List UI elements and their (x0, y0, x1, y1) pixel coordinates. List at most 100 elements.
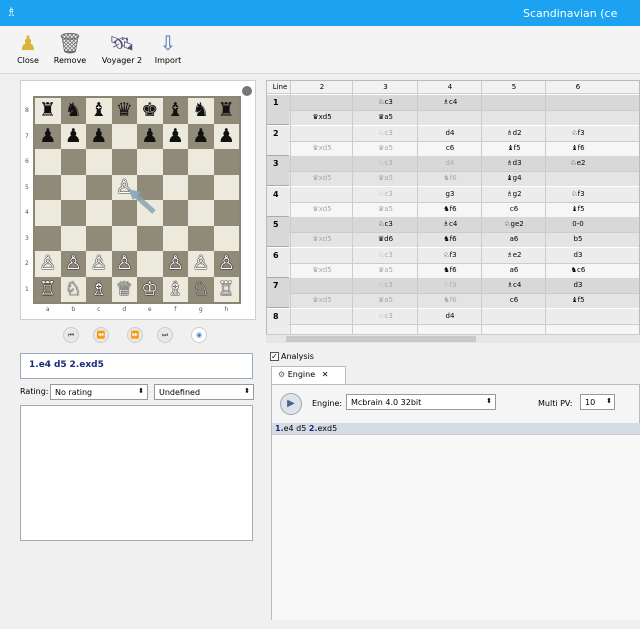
square-c3[interactable] (86, 225, 112, 251)
move-cell[interactable]: ♛a5 (353, 174, 418, 182)
square-d7[interactable] (111, 123, 137, 149)
move-cell[interactable]: ♘f3 (546, 129, 610, 137)
move-cell[interactable]: ♛xd5 (291, 235, 353, 243)
white-pawn-icon[interactable]: ♙ (90, 254, 107, 273)
black-rook-icon[interactable]: ♜ (39, 101, 56, 120)
move-exd5[interactable]: exd5 (79, 360, 104, 370)
square-f3[interactable] (162, 225, 188, 251)
white-queen-icon[interactable]: ♕ (116, 279, 133, 299)
tree-row[interactable]: 4 ♛xd5 ♘c3 ♛a5 g3 ♞f6 ♗g2 c6 ♘f3 ♝f5 (267, 186, 639, 217)
move-cell[interactable]: ♝g4 (482, 174, 546, 182)
chess-app-icon[interactable]: ♗ (6, 5, 17, 19)
square-b8[interactable]: ♞ (60, 98, 86, 124)
square-e6[interactable] (137, 149, 163, 175)
white-bishop-icon[interactable]: ♗ (167, 279, 184, 299)
move-cell[interactable]: ♛xd5 (291, 113, 353, 121)
square-e4[interactable] (137, 200, 163, 226)
square-a7[interactable]: ♟ (35, 123, 61, 149)
move-cell[interactable]: ♘f3 (418, 251, 482, 259)
move-cell[interactable]: ♘c3 (353, 312, 418, 320)
square-a2[interactable]: ♙ (35, 251, 61, 277)
black-queen-icon[interactable]: ♛ (116, 101, 133, 120)
import-button[interactable]: ⇩ Import (146, 30, 190, 72)
move-cell[interactable]: c6 (482, 205, 546, 213)
square-h1[interactable]: ♖ (213, 276, 239, 302)
square-f8[interactable]: ♝ (162, 98, 188, 124)
square-a5[interactable] (35, 174, 61, 200)
square-b4[interactable] (60, 200, 86, 226)
white-knight-icon[interactable]: ♘ (192, 279, 209, 299)
engine-select[interactable]: Mcbrain 4.0 32bit ⬍ (346, 394, 496, 410)
annotation-area[interactable] (20, 405, 253, 541)
black-bishop-icon[interactable]: ♝ (167, 101, 184, 120)
white-bishop-icon[interactable]: ♗ (90, 279, 107, 299)
square-h7[interactable]: ♟ (213, 123, 239, 149)
move-cell[interactable]: ♗c4 (418, 98, 482, 106)
square-a6[interactable] (35, 149, 61, 175)
square-d3[interactable] (111, 225, 137, 251)
rating-type-select[interactable]: Undefined ⬍ (154, 384, 254, 400)
move-cell[interactable]: ♞f6 (418, 174, 482, 182)
last-move-button[interactable]: ⏭ (157, 327, 173, 343)
square-a8[interactable]: ♜ (35, 98, 61, 124)
square-g6[interactable] (188, 149, 214, 175)
move-cell[interactable]: ♘c3 (353, 190, 418, 198)
square-h2[interactable]: ♙ (213, 251, 239, 277)
square-g3[interactable] (188, 225, 214, 251)
move-cell[interactable]: d3 (546, 251, 610, 259)
move-cell[interactable]: ♘c3 (353, 129, 418, 137)
black-rook-icon[interactable]: ♜ (218, 101, 235, 120)
move-cell[interactable]: ♛d6 (353, 235, 418, 243)
black-pawn-icon[interactable]: ♟ (192, 126, 209, 146)
move-cell[interactable]: a6 (482, 235, 546, 243)
square-c6[interactable] (86, 149, 112, 175)
engine-toggle-icon[interactable]: ◉ (191, 327, 207, 343)
black-pawn-icon[interactable]: ♟ (141, 126, 158, 146)
square-e3[interactable] (137, 225, 163, 251)
tree-row[interactable]: 7 ♛xd5 ♘c3 ♛a5 ♘f3 ♞f6 ♗c4 c6 d3 ♝f5 (267, 278, 639, 308)
move-cell[interactable]: ♞f6 (418, 235, 482, 243)
black-pawn-icon[interactable]: ♟ (65, 126, 82, 146)
move-cell[interactable]: ♛a5 (353, 296, 418, 304)
play-engine-button[interactable]: ▶ (280, 393, 302, 415)
move-cell[interactable]: b5 (546, 235, 610, 243)
square-d2[interactable]: ♙ (111, 251, 137, 277)
analysis-checkbox[interactable]: ✓ (270, 352, 279, 361)
opening-tree-grid[interactable]: Line 2 3 4 5 6 1 ♛xd5 ♘c3 ♛a5 ♗c4 2 ♛xd5 ♘c3 ♛a5… (266, 80, 640, 342)
move-cell[interactable]: ♘c3 (353, 159, 418, 167)
square-f4[interactable] (162, 200, 188, 226)
tree-row[interactable]: 6 ♛xd5 ♘c3 ♛a5 ♘f3 ♞f6 ♗e2 a6 d3 ♞c6 (267, 247, 639, 278)
move-cell[interactable]: ♗d3 (482, 159, 546, 167)
square-f1[interactable]: ♗ (162, 276, 188, 302)
square-c1[interactable]: ♗ (86, 276, 112, 302)
move-cell[interactable]: ♗c4 (482, 281, 546, 289)
square-f2[interactable]: ♙ (162, 251, 188, 277)
move-cell[interactable]: d4 (418, 312, 482, 320)
move-cell[interactable]: ♘f3 (418, 281, 482, 289)
black-pawn-icon[interactable]: ♟ (90, 126, 107, 146)
square-f6[interactable] (162, 149, 188, 175)
move-cell[interactable]: d4 (418, 129, 482, 137)
move-cell[interactable]: 0-0 (546, 220, 610, 228)
square-c7[interactable]: ♟ (86, 123, 112, 149)
square-f5[interactable] (162, 174, 188, 200)
move-cell[interactable]: ♛a5 (353, 266, 418, 274)
next-move-button[interactable]: ⏩ (127, 327, 143, 343)
square-h3[interactable] (213, 225, 239, 251)
move-cell[interactable]: d4 (418, 159, 482, 167)
white-knight-icon[interactable]: ♘ (65, 279, 82, 299)
move-cell[interactable]: ♘c3 (353, 98, 418, 106)
white-pawn-icon[interactable]: ♙ (116, 177, 133, 197)
square-b3[interactable] (60, 225, 86, 251)
black-pawn-icon[interactable]: ♟ (39, 126, 56, 146)
move-cell[interactable]: ♘e2 (546, 159, 610, 167)
square-e1[interactable]: ♔ (137, 276, 163, 302)
move-e4[interactable]: e4 (39, 360, 51, 370)
square-b1[interactable]: ♘ (60, 276, 86, 302)
move-cell[interactable]: ♛a5 (353, 205, 418, 213)
black-knight-icon[interactable]: ♞ (65, 101, 82, 120)
square-e5[interactable] (137, 174, 163, 200)
square-b7[interactable]: ♟ (60, 123, 86, 149)
square-h6[interactable] (213, 149, 239, 175)
white-rook-icon[interactable]: ♖ (39, 279, 56, 299)
